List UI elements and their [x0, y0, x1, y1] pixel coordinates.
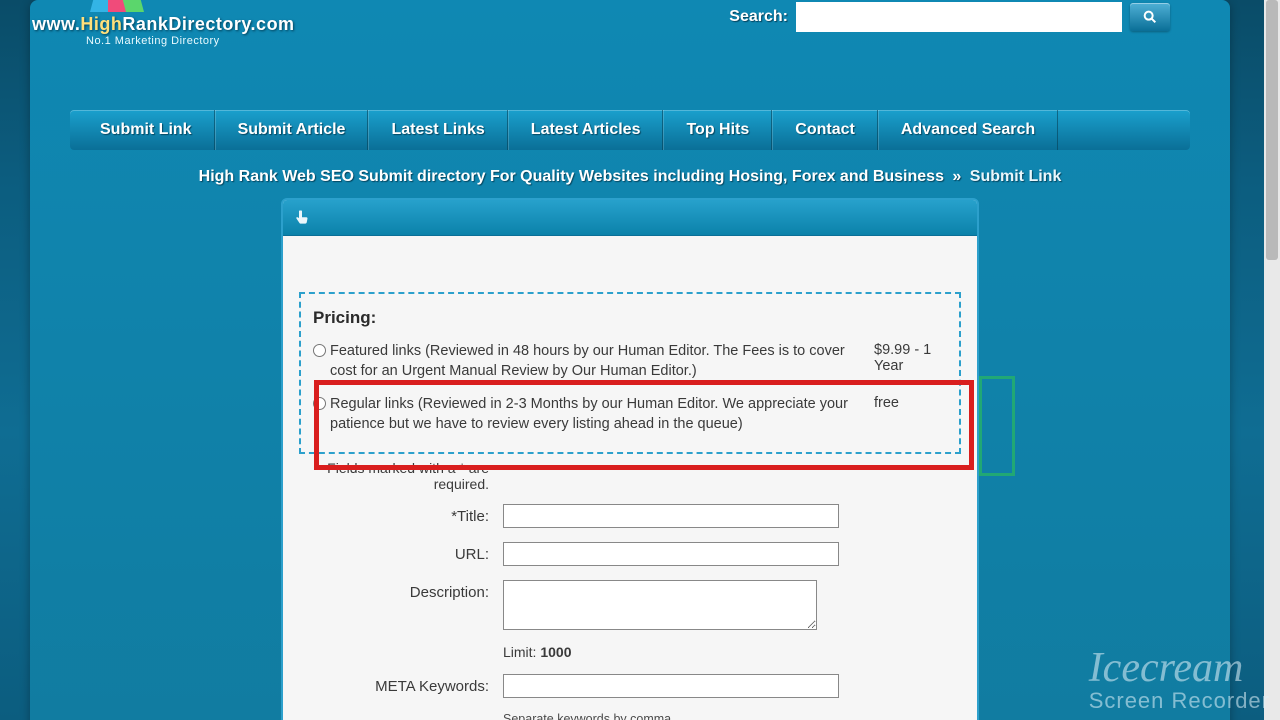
scrollbar-thumb[interactable] — [1266, 0, 1278, 260]
required-note: Fields marked with a * are required. — [299, 460, 489, 492]
card-body: Pricing: Featured links (Reviewed in 48 … — [283, 236, 977, 720]
annotation-green-highlight — [979, 376, 1015, 476]
nav-submit-link[interactable]: Submit Link — [78, 110, 215, 150]
featured-desc: Featured links (Reviewed in 48 hours by … — [330, 342, 870, 381]
title-input[interactable] — [503, 504, 839, 528]
regular-desc: Regular links (Reviewed in 2-3 Months by… — [330, 395, 870, 434]
window-scrollbar[interactable] — [1264, 0, 1280, 720]
pricing-option-featured[interactable]: Featured links (Reviewed in 48 hours by … — [313, 342, 947, 381]
featured-price: $9.99 - 1 Year — [874, 342, 947, 374]
title-label: *Title: — [299, 504, 489, 525]
description-label: Description: — [299, 580, 489, 601]
main-nav: Submit Link Submit Article Latest Links … — [70, 110, 1190, 150]
logo-text: www.HighRankDirectory.com — [32, 14, 295, 35]
page-container: www.HighRankDirectory.com No.1 Marketing… — [30, 0, 1230, 720]
breadcrumb-root[interactable]: High Rank Web SEO Submit directory For Q… — [199, 168, 944, 185]
url-input[interactable] — [503, 542, 839, 566]
nav-latest-links[interactable]: Latest Links — [368, 110, 507, 150]
card-header — [283, 200, 977, 236]
nav-advanced-search[interactable]: Advanced Search — [878, 110, 1058, 150]
featured-radio[interactable] — [313, 344, 326, 357]
row-meta-keywords: META Keywords: — [299, 674, 961, 698]
meta-keywords-input[interactable] — [503, 674, 839, 698]
logo-subtitle: No.1 Marketing Directory — [86, 35, 295, 47]
hand-pointer-icon — [293, 207, 311, 229]
nav-top-hits[interactable]: Top Hits — [663, 110, 772, 150]
pricing-option-regular[interactable]: Regular links (Reviewed in 2-3 Months by… — [313, 395, 947, 434]
pricing-heading: Pricing: — [313, 308, 947, 328]
row-url: URL: — [299, 542, 961, 566]
breadcrumb-sep: » — [952, 168, 961, 185]
url-label: URL: — [299, 542, 489, 563]
meta-keywords-label: META Keywords: — [299, 674, 489, 695]
row-title: *Title: — [299, 504, 961, 528]
description-limit: Limit: 1000 — [503, 644, 961, 660]
breadcrumb-tail: Submit Link — [970, 168, 1062, 185]
row-description: Description: — [299, 580, 961, 630]
meta-keywords-hint: Separate keywords by comma. — [503, 712, 961, 720]
nav-submit-article[interactable]: Submit Article — [215, 110, 369, 150]
search-button[interactable] — [1130, 3, 1170, 31]
regular-radio[interactable] — [313, 397, 326, 410]
regular-price: free — [874, 395, 947, 411]
header: www.HighRankDirectory.com No.1 Marketing… — [30, 0, 1230, 60]
breadcrumb: High Rank Web SEO Submit directory For Q… — [30, 168, 1230, 186]
search-label: Search: — [729, 8, 788, 26]
search-input[interactable] — [796, 2, 1122, 32]
logo-icon — [90, 0, 144, 12]
nav-latest-articles[interactable]: Latest Articles — [508, 110, 664, 150]
description-input[interactable] — [503, 580, 817, 630]
pricing-box: Pricing: Featured links (Reviewed in 48 … — [299, 292, 961, 454]
site-logo[interactable]: www.HighRankDirectory.com No.1 Marketing… — [30, 0, 295, 47]
nav-contact[interactable]: Contact — [772, 110, 878, 150]
form-card: Pricing: Featured links (Reviewed in 48 … — [281, 198, 979, 720]
search-icon — [1142, 9, 1158, 25]
search-bar: Search: — [729, 2, 1170, 32]
